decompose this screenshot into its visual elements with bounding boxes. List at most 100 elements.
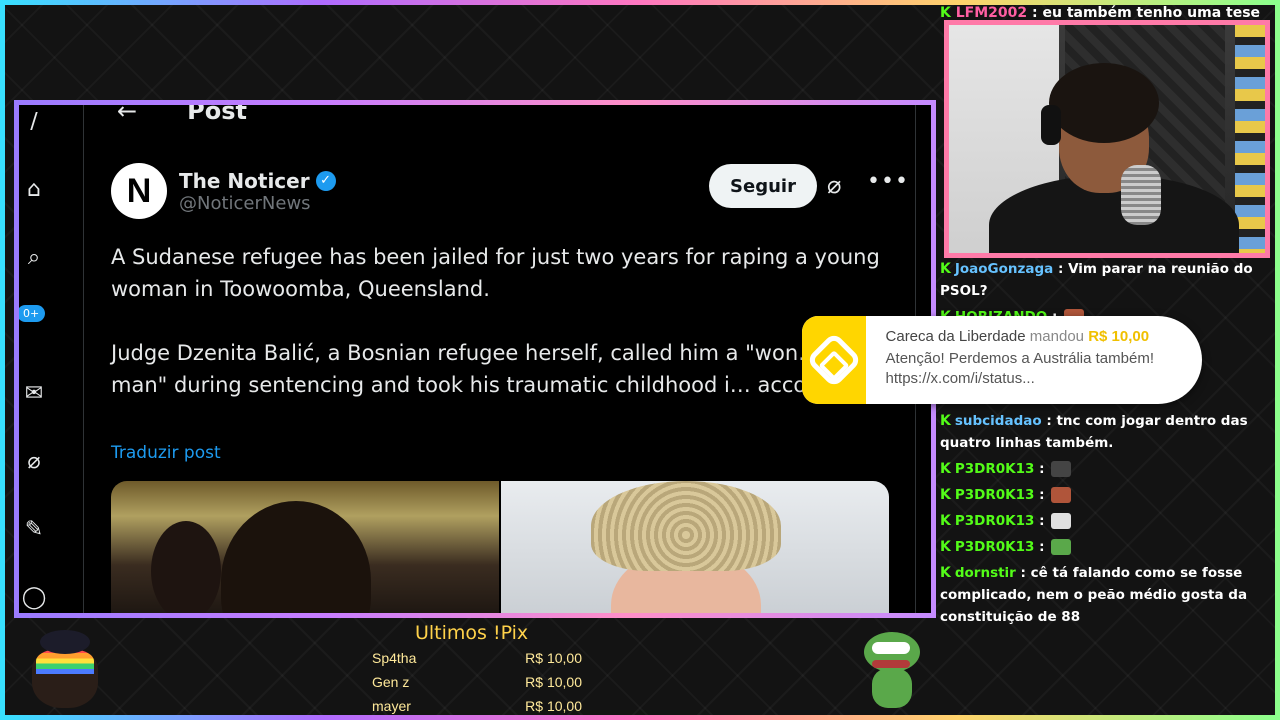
- chat-text: eu também tenho uma tese: [1042, 5, 1261, 21]
- home-icon[interactable]: ⌂: [21, 177, 47, 203]
- chat-message: K P3DR0K13 :: [940, 458, 1275, 480]
- notification-badge: 0+: [19, 305, 46, 322]
- alert-body: Careca da Liberdade mandou R$ 10,00 Aten…: [866, 316, 1202, 404]
- post-title: Post: [187, 100, 247, 125]
- author-name-text: The Noticer: [179, 168, 310, 193]
- chat-message: Kdornstir : cê tá falando como se fosse …: [940, 562, 1275, 628]
- kick-badge-icon: K: [940, 413, 951, 429]
- verified-badge-icon: ✓: [315, 170, 336, 191]
- chat-message: K P3DR0K13 :: [940, 484, 1275, 506]
- pix-icon: [805, 331, 863, 389]
- chat-emote-icon: [1051, 539, 1072, 555]
- pix-list: Sp4tha R$ 10,00 Gen z R$ 10,00 mayer R$ …: [372, 646, 582, 718]
- kick-badge-icon: K: [940, 539, 951, 555]
- chat-separator: :: [1053, 261, 1069, 277]
- grok-icon[interactable]: ⌀: [21, 449, 47, 475]
- pepe-eyes: [872, 642, 910, 654]
- pix-row: Gen z R$ 10,00: [372, 670, 582, 694]
- lists-icon[interactable]: ✎: [21, 517, 47, 543]
- pix-donor: mayer: [372, 698, 411, 714]
- kick-badge-icon: K: [940, 461, 951, 477]
- chat-emote-icon: [1051, 513, 1072, 529]
- search-icon[interactable]: ⌕: [21, 245, 47, 271]
- chat-separator: :: [1034, 461, 1050, 477]
- pepe-mouth: [872, 660, 910, 668]
- pix-title: Ultimos !Pix: [415, 622, 529, 644]
- photo-wig: [591, 481, 781, 571]
- column-divider: [83, 105, 84, 613]
- chat-username: LFM2002: [955, 5, 1028, 21]
- chat-separator: :: [1015, 565, 1031, 581]
- pix-amount: R$ 10,00: [525, 674, 582, 690]
- post-author[interactable]: N The Noticer ✓ @NoticerNews: [111, 163, 336, 219]
- translate-post-link[interactable]: Traduzir post: [111, 443, 221, 463]
- x-logo-icon[interactable]: ∕: [21, 109, 47, 135]
- chat-message: K P3DR0K13 :: [940, 536, 1275, 558]
- chat-top-message: K LFM2002 : eu também tenho uma tese: [940, 5, 1261, 21]
- pix-amount: R$ 10,00: [525, 698, 582, 714]
- pix-donor: Gen z: [372, 674, 410, 690]
- chat-username[interactable]: JoaoGonzaga: [955, 261, 1053, 277]
- post-header: ← Post: [97, 100, 247, 131]
- chat-emote-icon: [1051, 487, 1072, 503]
- author-avatar[interactable]: N: [111, 163, 167, 219]
- alert-donor: Careca da Liberdade: [885, 328, 1026, 345]
- alert-icon-box: [802, 316, 866, 404]
- chat-message: K P3DR0K13 :: [940, 510, 1275, 532]
- photo-figure: [221, 501, 371, 613]
- follow-button[interactable]: Seguir: [709, 164, 817, 208]
- more-options-icon[interactable]: •••: [867, 169, 909, 194]
- chat-panel: K JoaoGonzaga : Vim parar na reunião do P…: [940, 258, 1275, 632]
- pix-donor: Sp4tha: [372, 650, 417, 666]
- media-photo-left[interactable]: [111, 481, 499, 613]
- alert-message: Atenção! Perdemos a Austrália também! ht…: [885, 350, 1154, 387]
- webcam-feed: [944, 20, 1270, 258]
- pix-amount: R$ 10,00: [525, 650, 582, 666]
- post-detail: ← Post N The Noticer ✓ @NoticerNews Segu…: [97, 105, 917, 613]
- mascot-top: [40, 630, 90, 654]
- pepe-body: [872, 668, 912, 708]
- alert-header: Careca da Liberdade mandou R$ 10,00: [886, 328, 1190, 345]
- kick-badge-icon: K: [940, 513, 951, 529]
- messages-icon[interactable]: ✉: [21, 381, 47, 407]
- chat-separator: :: [1034, 539, 1050, 555]
- chat-message: Ksubcidadao : tnc com jogar dentro das q…: [940, 410, 1275, 454]
- kick-badge-icon: K: [940, 261, 951, 277]
- alert-sent-label: mandou: [1029, 328, 1085, 345]
- author-handle[interactable]: @NoticerNews: [179, 193, 336, 214]
- cam-headphones: [1041, 105, 1061, 145]
- pepe-frog-icon: [862, 630, 922, 710]
- chat-username[interactable]: P3DR0K13: [955, 513, 1035, 529]
- rainbow-mascot-icon: [26, 628, 104, 710]
- chat-username[interactable]: subcidadao: [955, 413, 1042, 429]
- cam-microphone: [1121, 165, 1161, 225]
- chat-username[interactable]: P3DR0K13: [955, 487, 1035, 503]
- profile-icon[interactable]: ◯: [21, 585, 47, 611]
- screen-capture: ∕ ⌂ ⌕ 0+ ✉ ⌀ ✎ ◯ ← Post N The Noticer ✓ …: [14, 100, 936, 618]
- pix-row: mayer R$ 10,00: [372, 694, 582, 718]
- chat-username[interactable]: dornstir: [955, 565, 1016, 581]
- alert-amount: R$ 10,00: [1088, 328, 1150, 345]
- chat-separator: :: [1034, 513, 1050, 529]
- cam-person-hair: [1049, 63, 1159, 143]
- author-names: The Noticer ✓ @NoticerNews: [179, 169, 336, 214]
- cam-bookshelf: [1235, 25, 1265, 253]
- chat-username[interactable]: P3DR0K13: [955, 461, 1035, 477]
- grok-explain-icon[interactable]: ⌀: [827, 171, 841, 199]
- chat-message: K JoaoGonzaga : Vim parar na reunião do P…: [940, 258, 1275, 302]
- post-media[interactable]: [111, 481, 889, 613]
- kick-badge-icon: K: [940, 565, 951, 581]
- kick-badge-icon: K: [940, 487, 951, 503]
- chat-separator: :: [1034, 487, 1050, 503]
- back-arrow-icon[interactable]: ←: [117, 105, 137, 125]
- donation-alert: Careca da Liberdade mandou R$ 10,00 Aten…: [802, 316, 1202, 404]
- author-display-name[interactable]: The Noticer ✓: [179, 169, 336, 193]
- pix-row: Sp4tha R$ 10,00: [372, 646, 582, 670]
- post-text: A Sudanese refugee has been jailed for j…: [111, 245, 891, 397]
- chat-separator: :: [1041, 413, 1057, 429]
- chat-username[interactable]: P3DR0K13: [955, 539, 1035, 555]
- photo-figure: [151, 521, 221, 613]
- media-photo-right[interactable]: [501, 481, 889, 613]
- chat-emote-icon: [1051, 461, 1072, 477]
- x-sidebar: ∕ ⌂ ⌕ 0+ ✉ ⌀ ✎ ◯: [19, 105, 89, 613]
